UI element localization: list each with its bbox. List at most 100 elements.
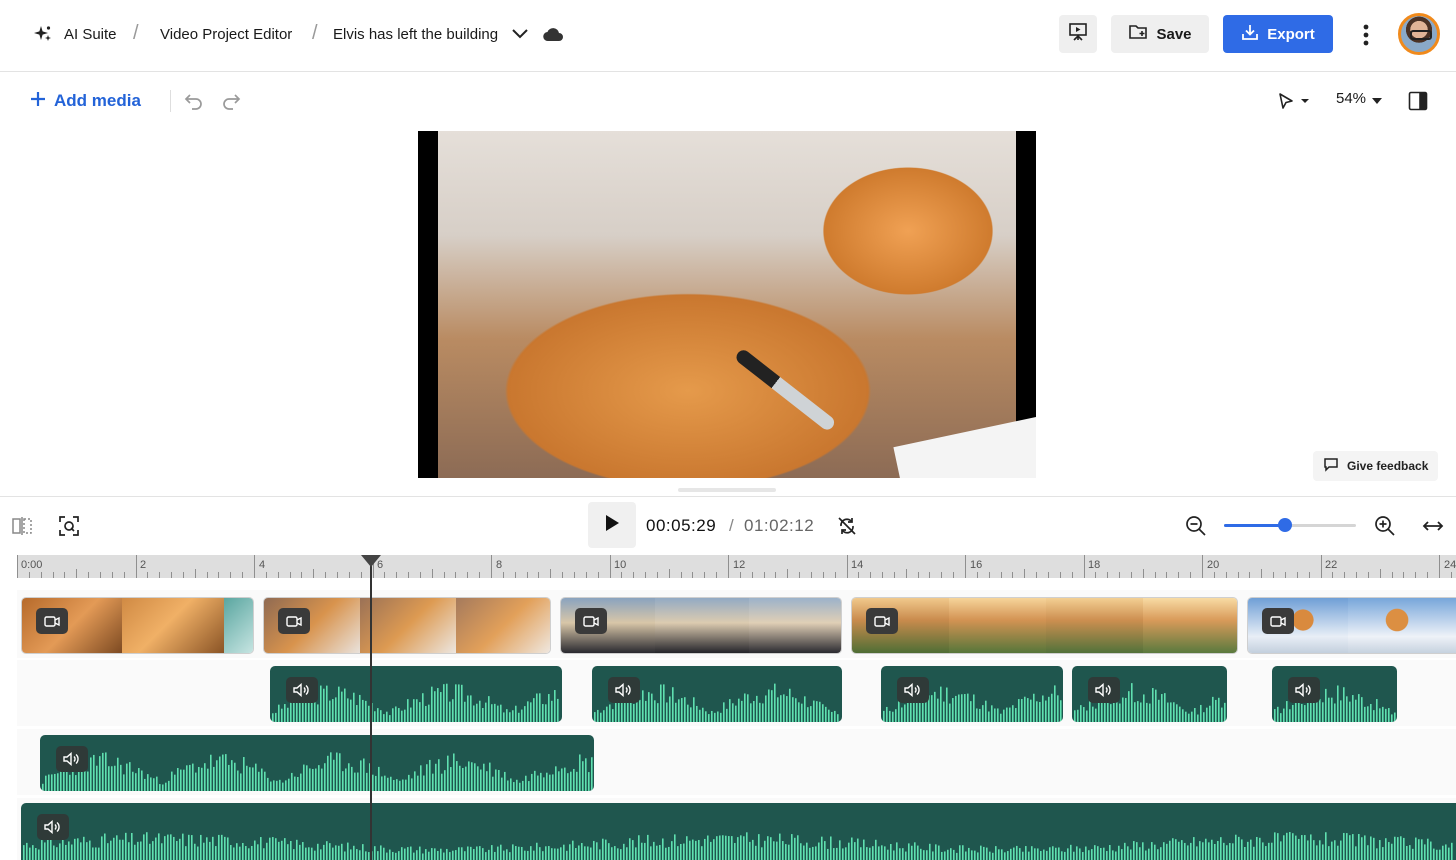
video-camera-icon bbox=[1262, 608, 1294, 634]
ruler-tick bbox=[1024, 569, 1026, 578]
ruler-label: 16 bbox=[970, 559, 983, 571]
clip-frame bbox=[749, 598, 841, 653]
ruler-tick bbox=[870, 572, 872, 578]
ruler-tick bbox=[1166, 572, 1168, 578]
video-clip[interactable] bbox=[21, 597, 254, 654]
breadcrumb-suite[interactable]: AI Suite bbox=[64, 0, 117, 68]
ruler-tick bbox=[917, 572, 919, 578]
audio-clip[interactable] bbox=[40, 735, 594, 791]
present-icon bbox=[1068, 22, 1088, 46]
video-clip[interactable] bbox=[1247, 597, 1456, 654]
ruler-tick bbox=[1012, 572, 1014, 578]
ruler-tick bbox=[467, 572, 469, 578]
export-button[interactable]: Export bbox=[1223, 15, 1333, 53]
sparkle-icon bbox=[34, 25, 52, 43]
split-icon[interactable] bbox=[11, 515, 33, 537]
ruler-tick bbox=[1178, 572, 1180, 578]
video-camera-icon bbox=[278, 608, 310, 634]
ruler-label: 0:00 bbox=[21, 559, 43, 571]
time-separator: / bbox=[729, 516, 734, 535]
ruler-tick bbox=[692, 572, 694, 578]
breadcrumb-editor[interactable]: Video Project Editor bbox=[160, 0, 292, 68]
audio-clip[interactable] bbox=[1072, 666, 1227, 722]
ruler-tick bbox=[52, 572, 54, 578]
avatar[interactable] bbox=[1398, 13, 1440, 55]
give-feedback-button[interactable]: Give feedback bbox=[1313, 451, 1439, 481]
ruler-tick bbox=[787, 569, 789, 578]
ruler-tick bbox=[621, 572, 623, 578]
speaker-icon bbox=[1288, 677, 1320, 703]
audio-clip[interactable] bbox=[881, 666, 1063, 722]
total-time: 01:02:12 bbox=[744, 516, 815, 535]
ruler-tick bbox=[1190, 572, 1192, 578]
ruler-label: 8 bbox=[496, 559, 503, 571]
present-button[interactable] bbox=[1059, 15, 1097, 53]
chevron-down-icon[interactable] bbox=[1370, 95, 1384, 107]
add-media-button[interactable]: Add media bbox=[30, 88, 141, 114]
comment-icon bbox=[1323, 457, 1339, 475]
ruler-tick bbox=[171, 572, 173, 578]
ruler-tick bbox=[976, 572, 978, 578]
play-button[interactable] bbox=[588, 502, 636, 548]
timeline-zoom-slider[interactable] bbox=[1224, 518, 1356, 532]
ruler-tick bbox=[301, 572, 303, 578]
video-preview[interactable] bbox=[418, 131, 1036, 478]
playhead[interactable] bbox=[370, 556, 372, 860]
cloud-icon bbox=[542, 25, 564, 43]
slider-knob[interactable] bbox=[1277, 518, 1292, 532]
zoom-level[interactable]: 54% bbox=[1336, 90, 1366, 107]
ruler-tick bbox=[645, 572, 647, 578]
more-vertical-icon[interactable] bbox=[1356, 22, 1376, 48]
ruler-tick bbox=[1047, 572, 1049, 578]
zoom-in-icon[interactable] bbox=[1373, 514, 1397, 538]
add-media-label: Add media bbox=[54, 91, 141, 110]
ruler-tick bbox=[893, 572, 895, 578]
toolbar-divider bbox=[170, 90, 171, 112]
ruler-tick bbox=[751, 572, 753, 578]
ruler-tick bbox=[325, 572, 327, 578]
audio-clip[interactable] bbox=[21, 803, 1456, 860]
ruler-label: 24 bbox=[1444, 559, 1456, 571]
resize-handle[interactable] bbox=[678, 488, 776, 492]
playhead-handle[interactable] bbox=[361, 555, 381, 567]
ruler-label: 14 bbox=[851, 559, 864, 571]
ruler-tick bbox=[1273, 572, 1275, 578]
ruler-label: 12 bbox=[733, 559, 746, 571]
ruler-tick bbox=[289, 572, 291, 578]
fit-width-icon[interactable] bbox=[1421, 515, 1445, 537]
cursor-icon[interactable] bbox=[1276, 91, 1312, 111]
video-clip[interactable] bbox=[263, 597, 551, 654]
video-camera-icon bbox=[575, 608, 607, 634]
project-title[interactable]: Elvis has left the building bbox=[333, 0, 498, 68]
redo-icon[interactable] bbox=[220, 90, 242, 112]
ruler-tick bbox=[680, 572, 682, 578]
sync-off-icon[interactable] bbox=[836, 515, 858, 537]
focus-icon[interactable] bbox=[57, 514, 81, 538]
ruler-tick bbox=[1225, 572, 1227, 578]
ruler-tick bbox=[17, 555, 18, 578]
audio-clip[interactable] bbox=[1272, 666, 1397, 722]
ruler-tick bbox=[1237, 572, 1239, 578]
ruler-tick bbox=[1284, 572, 1286, 578]
clip-frame bbox=[1348, 598, 1456, 653]
ruler-tick bbox=[941, 572, 943, 578]
zoom-out-icon[interactable] bbox=[1184, 514, 1208, 538]
speaker-icon bbox=[37, 814, 69, 840]
undo-icon[interactable] bbox=[183, 90, 205, 112]
ruler-tick bbox=[573, 572, 575, 578]
timeline-ruler[interactable]: 0:00 2 4 6 8 10 12 14 16 18 20 22 24 bbox=[17, 555, 1456, 578]
save-label: Save bbox=[1156, 25, 1192, 43]
video-clip[interactable] bbox=[851, 597, 1238, 654]
ruler-tick bbox=[1332, 572, 1334, 578]
audio-clip[interactable] bbox=[270, 666, 562, 722]
audio-clip[interactable] bbox=[592, 666, 842, 722]
ruler-label: 20 bbox=[1207, 559, 1220, 571]
video-clip[interactable] bbox=[560, 597, 842, 654]
save-button[interactable]: Save bbox=[1111, 15, 1209, 53]
chevron-down-icon[interactable] bbox=[510, 25, 530, 43]
ruler-label: 10 bbox=[614, 559, 627, 571]
ruler-tick bbox=[159, 572, 161, 578]
ruler-tick bbox=[1320, 555, 1322, 578]
panel-toggle-icon[interactable] bbox=[1407, 90, 1429, 112]
ruler-tick bbox=[609, 555, 611, 578]
